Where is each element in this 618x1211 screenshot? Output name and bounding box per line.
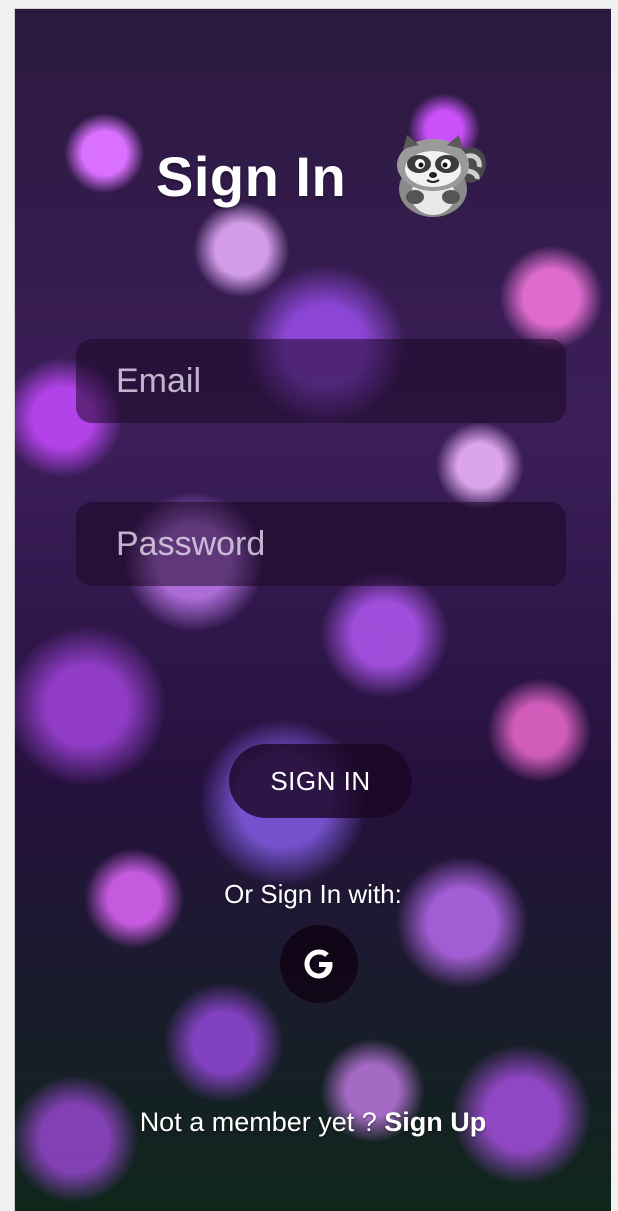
app-frame: Sign In Email SIGN IN Or Sign In with: N… [14, 8, 611, 1211]
sign-up-prompt-text: Not a member yet ? [139, 1107, 385, 1137]
email-field[interactable] [76, 339, 566, 423]
raccoon-icon [397, 135, 486, 217]
sign-up-link[interactable]: Sign Up [384, 1107, 486, 1137]
social-sign-in-prompt: Or Sign In with: [224, 879, 402, 909]
sign-in-button[interactable]: SIGN IN [229, 744, 412, 818]
password-field[interactable] [76, 502, 566, 586]
google-icon [304, 949, 333, 979]
google-sign-in-button[interactable] [280, 925, 358, 1003]
page-title: Sign In [156, 145, 347, 208]
sign-up-prompt: Not a member yet ? Sign Up [15, 1107, 611, 1138]
header: Sign In [15, 135, 611, 229]
sign-in-screen: Sign In Email SIGN IN Or Sign In with: N… [15, 9, 611, 1211]
